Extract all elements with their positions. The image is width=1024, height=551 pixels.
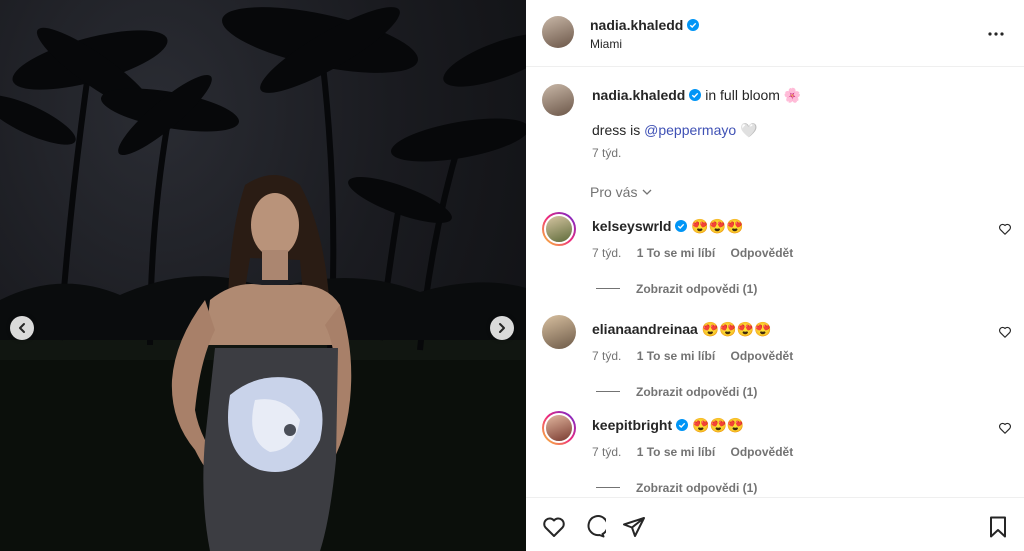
verified-badge-icon <box>675 220 688 232</box>
view-replies-label: Zobrazit odpovědi (1) <box>636 282 758 296</box>
caption-timestamp[interactable]: 7 týd. <box>592 146 621 160</box>
comment-timestamp[interactable]: 7 týd. <box>592 445 621 459</box>
chevron-right-icon <box>499 323 505 333</box>
photo-scene <box>0 7 526 551</box>
heart-icon[interactable] <box>542 515 566 539</box>
post-photo[interactable] <box>0 0 526 551</box>
mention-link[interactable]: @peppermayo <box>644 122 736 138</box>
view-replies-button[interactable]: Zobrazit odpovědi (1) <box>596 481 757 495</box>
comment-icon[interactable] <box>582 515 606 539</box>
replies-dash <box>596 288 620 289</box>
commenter-username[interactable]: keepitbright <box>592 417 672 433</box>
verified-badge-icon <box>689 89 702 101</box>
comment-line: keepitbright 😍😍😍 <box>592 417 744 434</box>
comment-item: elianaandreinaa 😍😍😍😍 7 týd. 1 To se mi l… <box>526 315 1024 415</box>
caption-line-2-suffix: 🤍 <box>736 122 758 138</box>
post-details-panel: nadia.khaledd Miami nadia.khaledd in ful… <box>526 0 1024 551</box>
share-icon[interactable] <box>622 515 646 539</box>
reply-button[interactable]: Odpovědět <box>731 246 794 260</box>
replies-dash <box>596 487 620 488</box>
previous-photo-button[interactable] <box>10 316 34 340</box>
bookmark-icon[interactable] <box>986 515 1010 539</box>
caption-text: in full bloom 🌸 <box>705 87 802 103</box>
commenter-username[interactable]: elianaandreinaa <box>592 321 698 337</box>
comment-text: 😍😍😍😍 <box>701 321 772 337</box>
author-avatar[interactable] <box>542 16 574 48</box>
chevron-down-icon <box>643 189 652 195</box>
comment-line: kelseyswrld 😍😍😍 <box>592 218 744 235</box>
next-photo-button[interactable] <box>490 316 514 340</box>
heart-icon[interactable] <box>998 325 1012 339</box>
heart-icon[interactable] <box>998 222 1012 236</box>
action-bar <box>526 497 1024 551</box>
more-options-icon[interactable] <box>986 24 1006 44</box>
post-location[interactable]: Miami <box>590 37 622 51</box>
caption-username[interactable]: nadia.khaledd <box>592 87 685 103</box>
comment-timestamp[interactable]: 7 týd. <box>592 246 621 260</box>
reply-button[interactable]: Odpovědět <box>731 445 794 459</box>
chevron-left-icon <box>19 323 25 333</box>
view-replies-label: Zobrazit odpovědi (1) <box>636 481 758 495</box>
comment-likes[interactable]: 1 To se mi líbí <box>637 349 715 363</box>
verified-badge-icon <box>676 419 689 431</box>
commenter-avatar[interactable] <box>542 212 576 246</box>
caption-line-2-prefix: dress is <box>592 122 645 138</box>
comment-likes[interactable]: 1 To se mi líbí <box>637 246 715 260</box>
view-replies-button[interactable]: Zobrazit odpovědi (1) <box>596 385 757 399</box>
commenter-username[interactable]: kelseyswrld <box>592 218 671 234</box>
replies-dash <box>596 391 620 392</box>
post-header: nadia.khaledd Miami <box>526 0 1024 67</box>
comment-text: 😍😍😍 <box>692 417 745 433</box>
caption: nadia.khaledd in full bloom 🌸 <box>592 86 1002 104</box>
caption-avatar[interactable] <box>542 84 574 116</box>
comment-timestamp[interactable]: 7 týd. <box>592 349 621 363</box>
verified-badge-icon <box>687 19 700 31</box>
view-replies-button[interactable]: Zobrazit odpovědi (1) <box>596 282 757 296</box>
for-you-dropdown[interactable]: Pro vás <box>590 184 653 200</box>
comment-item: keepitbright 😍😍😍 7 týd. 1 To se mi líbí … <box>526 411 1024 511</box>
comment-meta: 7 týd. 1 To se mi líbí Odpovědět <box>592 246 805 260</box>
view-replies-label: Zobrazit odpovědi (1) <box>636 385 758 399</box>
commenter-avatar[interactable] <box>542 411 576 445</box>
comment-line: elianaandreinaa 😍😍😍😍 <box>592 321 771 338</box>
comment-item: kelseyswrld 😍😍😍 7 týd. 1 To se mi líbí O… <box>526 212 1024 312</box>
comment-likes[interactable]: 1 To se mi líbí <box>637 445 715 459</box>
comment-meta: 7 týd. 1 To se mi líbí Odpovědět <box>592 445 805 459</box>
comment-meta: 7 týd. 1 To se mi líbí Odpovědět <box>592 349 805 363</box>
comment-text: 😍😍😍 <box>691 218 744 234</box>
caption-line-2: dress is @peppermayo 🤍 <box>592 122 758 139</box>
heart-icon[interactable] <box>998 421 1012 435</box>
commenter-avatar[interactable] <box>542 315 576 349</box>
reply-button[interactable]: Odpovědět <box>731 349 794 363</box>
author-username[interactable]: nadia.khaledd <box>590 17 700 33</box>
for-you-label: Pro vás <box>590 184 638 200</box>
